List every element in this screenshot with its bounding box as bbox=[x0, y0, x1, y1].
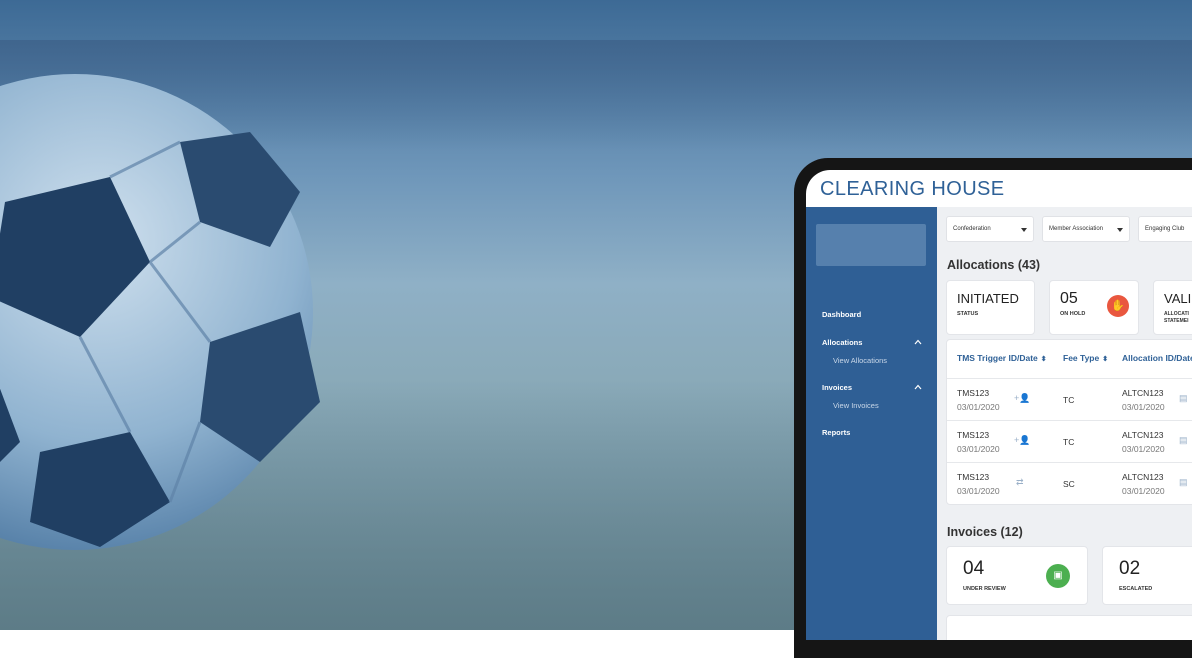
fee-type: SC bbox=[1063, 479, 1075, 489]
sort-icon: ⬍ bbox=[1102, 356, 1109, 363]
sidebar-item-allocations[interactable]: Allocations bbox=[822, 338, 862, 347]
add-person-icon: +👤 bbox=[1014, 435, 1031, 445]
tms-date: 03/01/2020 bbox=[957, 402, 1000, 412]
table-row[interactable]: TMS123 03/01/2020 +👤 TC ALTCN123 03/01/2… bbox=[947, 378, 1192, 421]
column-header-allocation-id[interactable]: Allocation ID/Date bbox=[1122, 353, 1192, 363]
soccer-ball-icon bbox=[0, 74, 320, 550]
sidebar: Dashboard Allocations View Allocations I… bbox=[806, 207, 937, 640]
under-review-card[interactable]: 04 UNDER REVIEW ▣ bbox=[946, 546, 1088, 605]
add-person-icon: +👤 bbox=[1014, 393, 1031, 403]
dropdown-label: Engaging Club bbox=[1145, 226, 1185, 232]
allocation-date: 03/01/2020 bbox=[1122, 486, 1165, 496]
invoices-heading: Invoices (12) bbox=[947, 525, 1023, 539]
member-association-dropdown[interactable]: Member Association bbox=[1042, 216, 1130, 242]
review-chat-icon: ▣ bbox=[1046, 564, 1070, 588]
column-header-fee-type[interactable]: Fee Type ⬍ bbox=[1063, 353, 1108, 363]
invoices-table bbox=[946, 615, 1192, 640]
document-icon[interactable]: ▤ bbox=[1179, 435, 1188, 446]
card-label: ESCALATED bbox=[1119, 586, 1153, 592]
confederation-dropdown[interactable]: Confederation bbox=[946, 216, 1034, 242]
escalated-card[interactable]: 02 ESCALATED bbox=[1102, 546, 1192, 605]
engaging-club-dropdown[interactable]: Engaging Club bbox=[1138, 216, 1192, 242]
allocation-date: 03/01/2020 bbox=[1122, 444, 1165, 454]
card-label: ON HOLD bbox=[1060, 311, 1086, 317]
allocation-statement-card[interactable]: VALI ALLOCATI STATEMEI bbox=[1153, 280, 1192, 335]
sidebar-item-invoices[interactable]: Invoices bbox=[822, 383, 852, 392]
status-card[interactable]: INITIATED STATUS bbox=[946, 280, 1035, 335]
chevron-up-icon[interactable] bbox=[914, 339, 922, 345]
card-value: 04 bbox=[963, 558, 985, 579]
card-value: 05 bbox=[1060, 290, 1078, 307]
tablet-screen: CLEARING HOUSE Dashboard Allocations Vie… bbox=[806, 170, 1192, 640]
tms-date: 03/01/2020 bbox=[957, 486, 1000, 496]
allocations-heading: Allocations (43) bbox=[947, 258, 1041, 272]
sidebar-item-dashboard[interactable]: Dashboard bbox=[822, 310, 861, 319]
chevron-up-icon[interactable] bbox=[914, 384, 922, 390]
fee-type: TC bbox=[1063, 395, 1075, 405]
hand-stop-icon: ✋ bbox=[1107, 295, 1129, 317]
table-row[interactable]: TMS123 03/01/2020 ⇄ SC ALTCN123 03/01/20… bbox=[947, 462, 1192, 504]
card-value: VALI bbox=[1164, 291, 1192, 306]
dropdown-label: Member Association bbox=[1049, 226, 1104, 232]
card-value: 02 bbox=[1119, 558, 1141, 579]
sidebar-item-view-invoices[interactable]: View Invoices bbox=[833, 401, 879, 410]
transfer-arrows-icon: ⇄ bbox=[1016, 477, 1024, 487]
app-title: CLEARING HOUSE bbox=[820, 178, 1005, 200]
table-row[interactable]: TMS123 03/01/2020 +👤 TC ALTCN123 03/01/2… bbox=[947, 420, 1192, 463]
card-value: INITIATED bbox=[957, 291, 1019, 306]
on-hold-card[interactable]: 05 ON HOLD ✋ bbox=[1049, 280, 1139, 335]
fee-type: TC bbox=[1063, 437, 1075, 447]
document-icon[interactable]: ▤ bbox=[1179, 393, 1188, 404]
tms-id: TMS123 bbox=[957, 388, 990, 398]
dropdown-label: Confederation bbox=[953, 226, 991, 232]
sort-icon: ⬍ bbox=[1040, 356, 1047, 363]
column-header-tms-trigger[interactable]: TMS Trigger ID/Date ⬍ bbox=[957, 353, 1047, 363]
allocation-id: ALTCN123 bbox=[1122, 430, 1164, 440]
caret-down-icon bbox=[1117, 228, 1123, 232]
sidebar-item-reports[interactable]: Reports bbox=[822, 428, 850, 437]
allocation-id: ALTCN123 bbox=[1122, 472, 1164, 482]
caret-down-icon bbox=[1021, 228, 1027, 232]
allocations-table: TMS Trigger ID/Date ⬍ Fee Type ⬍ Allocatio… bbox=[946, 339, 1192, 505]
card-label: ALLOCATI STATEMEI bbox=[1164, 311, 1189, 324]
document-icon[interactable]: ▤ bbox=[1179, 477, 1188, 488]
allocation-date: 03/01/2020 bbox=[1122, 402, 1165, 412]
allocation-id: ALTCN123 bbox=[1122, 388, 1164, 398]
sidebar-logo-placeholder bbox=[816, 224, 926, 266]
sidebar-item-view-allocations[interactable]: View Allocations bbox=[833, 356, 887, 365]
card-label: UNDER REVIEW bbox=[963, 586, 1006, 592]
tms-id: TMS123 bbox=[957, 472, 990, 482]
card-label: STATUS bbox=[957, 311, 979, 317]
tms-date: 03/01/2020 bbox=[957, 444, 1000, 454]
main-content: Confederation Member Association Engagin… bbox=[937, 207, 1192, 640]
tms-id: TMS123 bbox=[957, 430, 990, 440]
